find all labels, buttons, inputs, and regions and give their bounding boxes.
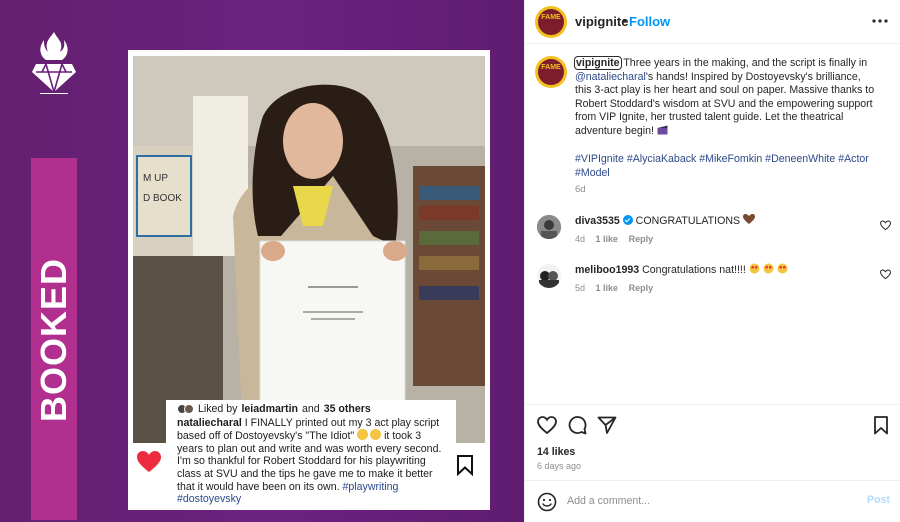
heart-eyes-emoji-icon bbox=[749, 263, 788, 274]
author-username[interactable]: vipignite bbox=[575, 14, 628, 29]
author-avatar[interactable]: FAME bbox=[535, 6, 567, 38]
embedded-save-bookmark-icon[interactable] bbox=[455, 454, 475, 476]
caption-text: vipignite Three years in the making, and… bbox=[574, 56, 875, 139]
avatar-badge-text: FAME bbox=[541, 64, 561, 71]
comment-item: diva3535 CONGRATULATIONS 4d 1 like Reply bbox=[525, 213, 900, 257]
comment-text: diva3535 CONGRATULATIONS bbox=[575, 214, 755, 228]
clapper-board-emoji-icon bbox=[657, 125, 668, 135]
reply-button[interactable]: Reply bbox=[629, 234, 654, 244]
comment-like-heart-icon[interactable] bbox=[880, 269, 891, 280]
comment-likes[interactable]: 1 like bbox=[596, 234, 619, 244]
comment-input[interactable] bbox=[567, 491, 847, 511]
diamond-flame-logo-icon bbox=[32, 32, 76, 94]
liked-by-others: 35 others bbox=[323, 403, 371, 415]
commenter-avatar[interactable] bbox=[537, 215, 561, 239]
add-comment-bar: Post bbox=[525, 480, 900, 522]
follow-button[interactable]: Follow bbox=[629, 14, 670, 29]
comment-meta: 5d 1 like Reply bbox=[575, 283, 661, 293]
post-media[interactable]: BOOKED M UP D BOOK Liked by leiadmartin … bbox=[0, 0, 524, 522]
comment-like-heart-icon[interactable] bbox=[880, 220, 891, 231]
liked-avatars bbox=[177, 404, 194, 415]
brown-heart-emoji-icon bbox=[743, 214, 755, 224]
save-bookmark-icon[interactable] bbox=[871, 415, 891, 435]
embedded-caption-body: nataliecharal I FINALLY printed out my 3… bbox=[177, 417, 446, 506]
liked-by-row: Liked by leiadmartin and 35 others bbox=[177, 403, 446, 416]
emoji-picker-icon[interactable] bbox=[537, 492, 557, 512]
grin-emoji-icon bbox=[357, 429, 369, 441]
comment-username[interactable]: meliboo1993 bbox=[575, 264, 639, 276]
post-date: 6 days ago bbox=[537, 461, 582, 471]
comment-text: meliboo1993 Congratulations nat!!!! bbox=[575, 263, 789, 277]
comment-bubble-icon[interactable] bbox=[567, 415, 587, 435]
embedded-like-heart-icon[interactable] bbox=[136, 450, 162, 474]
grin-emoji-icon bbox=[370, 429, 382, 441]
reply-button[interactable]: Reply bbox=[629, 283, 654, 293]
liked-by-user: leiadmartin bbox=[241, 403, 298, 415]
comment-time: 5d bbox=[575, 283, 586, 293]
post-comment-button[interactable]: Post bbox=[867, 494, 890, 506]
post-header: FAME vipignite • Follow bbox=[525, 0, 900, 44]
comment-meta: 4d 1 like Reply bbox=[575, 234, 661, 244]
more-options-icon[interactable] bbox=[871, 12, 889, 30]
booked-label: BOOKED bbox=[33, 257, 74, 423]
liked-by-and: and bbox=[302, 403, 320, 415]
caption-author-avatar[interactable]: FAME bbox=[535, 56, 567, 88]
comment-item: meliboo1993 Congratulations nat!!!! 5d 1… bbox=[525, 262, 900, 306]
caption-hashtags[interactable]: #VIPIgnite #AlyciaKaback #MikeFomkin #De… bbox=[575, 153, 875, 180]
like-heart-icon[interactable] bbox=[537, 415, 557, 435]
avatar-badge-text: FAME bbox=[541, 14, 561, 21]
share-send-icon[interactable] bbox=[597, 415, 617, 435]
likes-count[interactable]: 14 likes bbox=[537, 446, 575, 458]
caption-text-1: Three years in the making, and the scrip… bbox=[623, 57, 868, 69]
liked-by-prefix: Liked by bbox=[198, 403, 238, 415]
svg-text:M UP: M UP bbox=[143, 173, 168, 184]
svg-text:D BOOK: D BOOK bbox=[143, 193, 182, 204]
post-action-bar bbox=[525, 404, 900, 444]
commenter-avatar[interactable] bbox=[537, 264, 561, 288]
embedded-caption: Liked by leiadmartin and 35 others natal… bbox=[166, 400, 456, 510]
comment-username[interactable]: diva3535 bbox=[575, 215, 620, 227]
comment-time: 4d bbox=[575, 234, 586, 244]
embedded-caption-user: nataliecharal bbox=[177, 416, 242, 429]
verified-badge-icon bbox=[622, 215, 633, 225]
comment-likes[interactable]: 1 like bbox=[596, 283, 619, 293]
caption-username[interactable]: vipignite bbox=[574, 56, 622, 70]
post-sidebar: FAME vipignite • Follow FAME vipignite T… bbox=[524, 0, 900, 522]
comment-body: CONGRATULATIONS bbox=[635, 215, 741, 227]
caption-timestamp: 6d bbox=[575, 184, 586, 195]
header-separator: • bbox=[622, 13, 627, 28]
post-photo: M UP D BOOK bbox=[133, 56, 485, 443]
comment-body: Congratulations nat!!!! bbox=[642, 264, 746, 276]
caption-mention-link[interactable]: @nataliecharal bbox=[575, 71, 646, 83]
